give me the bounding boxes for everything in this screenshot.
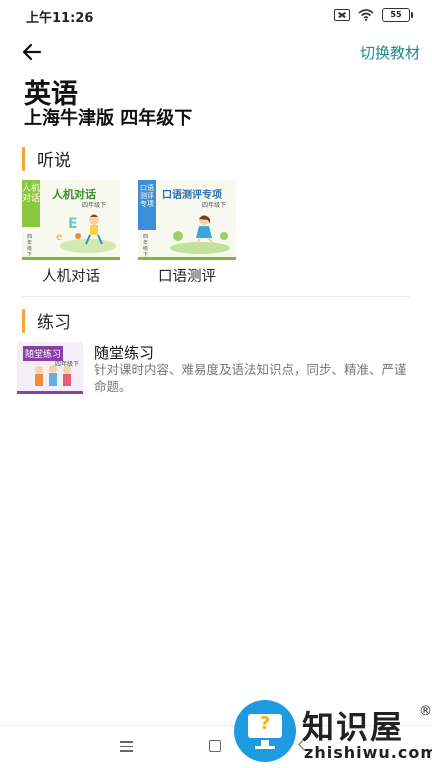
thumb-side-label: 口语测评专项 xyxy=(138,180,156,230)
practice-description: 针对课时内容、难易度及语法知识点，同步、精准、严谨命题。 xyxy=(94,362,407,394)
card-label: 口语测评 xyxy=(158,269,216,285)
thumb-side-label: 人机对话 xyxy=(22,180,40,227)
practice-thumbnail: 随堂练习 四年级下 xyxy=(17,342,83,394)
back-button[interactable] xyxy=(20,40,44,64)
recent-apps-button[interactable] xyxy=(120,741,133,755)
section-practice-header: 练习 xyxy=(22,308,71,333)
oral-test-thumbnail: 口语测评专项 口语测评专项 四年级下 四年级下 xyxy=(138,180,236,260)
girl-illustration xyxy=(170,215,230,254)
home-button[interactable] xyxy=(209,740,221,752)
arrow-left-icon xyxy=(22,43,42,61)
practice-name: 随堂练习 xyxy=(94,344,155,362)
registered-mark: ® xyxy=(419,704,432,719)
section-accent-bar xyxy=(22,146,25,171)
dialogue-thumbnail: 人机对话 人机对话 四年级下 四年级下 E e xyxy=(22,180,120,260)
card-dialogue[interactable]: 人机对话 人机对话 四年级下 四年级下 E e 人机对话 xyxy=(22,180,120,286)
book-edition: 上海牛津版 四年级下 xyxy=(24,108,193,129)
status-icons: 55 xyxy=(334,8,413,22)
question-mark-icon: ? xyxy=(259,713,271,734)
switch-textbook-button[interactable]: 切换教材 xyxy=(360,42,420,63)
card-oral-test[interactable]: 口语测评专项 口语测评专项 四年级下 四年级下 口语测评 xyxy=(138,180,236,286)
kids-illustration: E e xyxy=(56,214,116,253)
battery-icon: 55 xyxy=(382,8,413,22)
practice-item-classroom[interactable]: 随堂练习 四年级下 随堂练习 针对课时内容、难易度及语法知识点，同步、精准、严谨… xyxy=(17,342,417,398)
section-listen-header: 听说 xyxy=(22,146,71,171)
thumb-vertical-grade: 四年级下 xyxy=(143,234,149,258)
section-title: 听说 xyxy=(37,151,71,171)
watermark: ? 知识屋 ® zhishiwu.com xyxy=(234,700,432,768)
svg-text:e: e xyxy=(56,232,62,243)
status-time: 上午11:26 xyxy=(26,11,94,26)
thumb-vertical-grade: 四年级下 xyxy=(27,234,33,258)
svg-text:E: E xyxy=(68,216,78,232)
watermark-text: 知识屋 xyxy=(302,708,405,746)
thumb-title: 口语测评专项 xyxy=(162,190,222,201)
section-title: 练习 xyxy=(37,313,71,333)
no-sim-icon xyxy=(334,9,350,21)
section-accent-bar xyxy=(22,308,25,333)
card-label: 人机对话 xyxy=(42,269,100,285)
divider xyxy=(22,296,410,297)
status-bar: 上午11:26 55 xyxy=(0,0,432,32)
wifi-icon xyxy=(358,9,374,21)
kids-illustration xyxy=(35,365,71,386)
watermark-url: zhishiwu.com xyxy=(304,743,432,762)
